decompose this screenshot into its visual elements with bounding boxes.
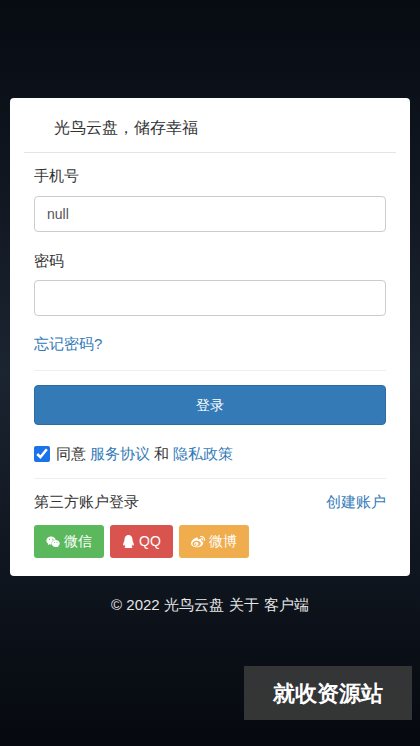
footer-item[interactable]: 客户端 — [264, 594, 309, 617]
field-label: 密码 — [34, 250, 386, 273]
agreement-link[interactable]: 隐私政策 — [173, 443, 233, 466]
form-field: 手机号 — [34, 165, 386, 232]
login-card: 光鸟云盘，储存幸福手机号密码忘记密码? 登录同意服务协议和隐私政策第三方账户登录 创… — [10, 98, 410, 576]
third-party-label: 第三方账户登录 — [34, 491, 139, 514]
field-input[interactable] — [34, 280, 386, 316]
field-input[interactable] — [34, 196, 386, 232]
login-button[interactable]: 登录 — [34, 385, 386, 425]
card-header: 光鸟云盘，储存幸福 — [24, 98, 396, 153]
footer: © 2022 光鸟云盘关于客户端 — [111, 594, 309, 617]
agreement-row: 同意服务协议和隐私政策 — [34, 443, 386, 479]
social-login-button[interactable]: QQ — [110, 525, 173, 558]
agreement-checkbox[interactable] — [34, 446, 50, 462]
weibo-icon — [191, 535, 205, 549]
forgot-password-link[interactable]: 忘记密码? — [34, 335, 102, 352]
qq-icon — [122, 535, 135, 548]
watermark: 就收资源站 — [244, 666, 412, 720]
agreement-text: 同意 — [56, 443, 86, 466]
agreement-link[interactable]: 服务协议 — [90, 443, 150, 466]
field-label: 手机号 — [34, 165, 386, 188]
social-login-button[interactable]: 微信 — [34, 525, 104, 558]
footer-item: © 2022 光鸟云盘 — [111, 594, 224, 617]
footer-item[interactable]: 关于 — [229, 594, 259, 617]
login-page: 光鸟云盘，储存幸福手机号密码忘记密码? 登录同意服务协议和隐私政策第三方账户登录 创… — [0, 0, 420, 746]
social-login-button[interactable]: 微博 — [179, 525, 249, 558]
card-title: 光鸟云盘，储存幸福 — [54, 119, 198, 136]
form-field: 密码 — [34, 250, 386, 317]
wechat-icon — [46, 535, 60, 549]
agreement-text: 和 — [154, 443, 169, 466]
create-account-link[interactable]: 创建账户 — [326, 491, 386, 514]
